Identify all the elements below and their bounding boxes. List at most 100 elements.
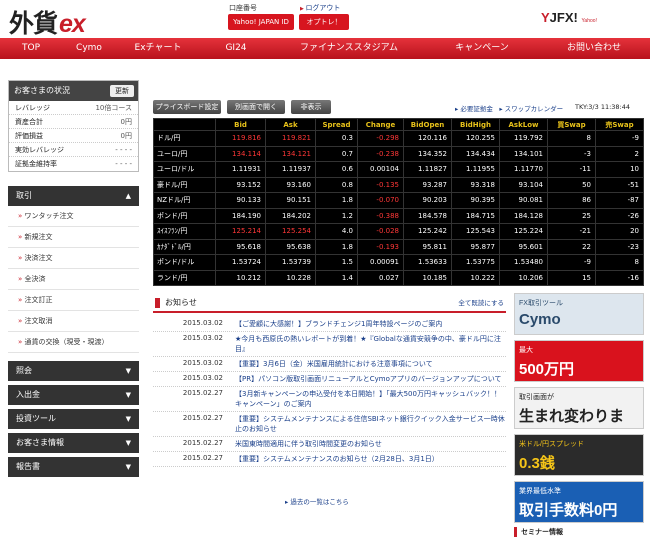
- banner-ad-headline: 500万円: [519, 361, 575, 378]
- rate-cell: 1.4: [315, 269, 358, 286]
- menu-tools[interactable]: 投資ツール ▼: [8, 409, 139, 429]
- news-item[interactable]: 2015.02.27 【3月新キャンペーンの申込受付を本日開始！】「最大500万円…: [153, 387, 506, 412]
- banner-ad[interactable]: 業界最低水準 取引手数料0円: [514, 481, 644, 523]
- menu-reports[interactable]: 報告書 ▼: [8, 457, 139, 477]
- status-label: レバレッジ: [15, 104, 50, 112]
- nav-top[interactable]: TOP: [0, 38, 62, 59]
- rate-cell: 134.121: [265, 145, 316, 162]
- news-item[interactable]: 2015.03.02 【重要】3月6日（金）米国雇用統計における注意事項について: [153, 357, 506, 372]
- menu-inquiry[interactable]: 照会 ▼: [8, 361, 139, 381]
- submenu-one-touch[interactable]: ワンタッチ注文: [8, 206, 139, 227]
- status-row: 資産合計 0円: [9, 115, 138, 129]
- rate-cell: 1.53739: [265, 254, 316, 271]
- menu-reports-label: 報告書: [16, 462, 40, 471]
- seminar-info-heading[interactable]: セミナー情報: [514, 527, 644, 537]
- news-list: 2015.03.02 【ご愛顧に大感謝！】ブランドチェンジ1周年特設ページのご案内…: [153, 317, 506, 467]
- rate-row[interactable]: ランド/円 10.212 10.228 1.4 0.027 10.185 10.222 10.…: [153, 269, 644, 286]
- refresh-button[interactable]: 更新: [110, 85, 134, 97]
- banner-ad[interactable]: 取引画面が生まれ変わります。: [514, 387, 644, 429]
- submenu-settle-all[interactable]: 全決済: [8, 269, 139, 290]
- rate-row[interactable]: ポンド/円 184.190 184.202 1.2 -0.388 184.578 184.7…: [153, 207, 644, 224]
- rate-row[interactable]: ユーロ/ドル 1.11931 1.11937 0.6 0.00104 1.11827 1.1…: [153, 161, 644, 178]
- rate-header-cell: AskLow: [499, 118, 548, 131]
- nav-finance-stadium[interactable]: ファイナンススタジアム: [272, 38, 426, 59]
- rate-cell: 1.11931: [215, 161, 266, 178]
- news-item[interactable]: 2015.02.27 米国東時間適用に伴う取引時間変更のお知らせ: [153, 437, 506, 452]
- rate-cell: -51: [595, 176, 644, 193]
- rate-cell: 4.0: [315, 223, 358, 240]
- rate-cell: 0.6: [315, 161, 358, 178]
- nav-gi24[interactable]: GI24: [200, 38, 272, 59]
- rate-row[interactable]: ドル/円 119.816 119.821 0.3 -0.298 120.116 120.25…: [153, 130, 644, 147]
- currency-pair: ポンド/円: [153, 207, 216, 224]
- nav-exchart[interactable]: Exチャート: [116, 38, 200, 59]
- status-row: 証拠金維持率 - - - -: [9, 157, 138, 171]
- status-value: 0円: [120, 118, 132, 126]
- banner-ad-caption: 最大: [519, 347, 533, 354]
- clock: TKY:3/3 11:38:44: [575, 103, 631, 111]
- rate-cell: 90.081: [499, 192, 548, 209]
- options-button[interactable]: オプトレ！: [299, 14, 349, 30]
- menu-deposit[interactable]: 入出金 ▼: [8, 385, 139, 405]
- nav-cymo[interactable]: Cymo: [62, 38, 116, 59]
- logout-link[interactable]: ログアウト: [300, 3, 340, 13]
- rate-cell: 10.212: [215, 269, 266, 286]
- news-item[interactable]: 2015.02.27 【重要】システムメンテナンスによる住信SBIネット銀行クイッ…: [153, 412, 506, 437]
- submenu-currency-exchange[interactable]: 通貨の交換（現受・現渡）: [8, 332, 139, 353]
- rate-header-cell: 買Swap: [547, 118, 596, 131]
- news-item[interactable]: 2015.03.02 【ご愛顧に大感謝！】ブランドチェンジ1周年特設ページのご案内: [153, 317, 506, 332]
- rate-cell: 1.11827: [403, 161, 452, 178]
- submenu-settle-order[interactable]: 決済注文: [8, 248, 139, 269]
- rate-cell: 0.8: [315, 176, 358, 193]
- rate-row[interactable]: ｽｲｽﾌﾗﾝ/円 125.214 125.254 4.0 -0.028 125.242 12…: [153, 223, 644, 240]
- news-title-text: お知らせ: [165, 298, 197, 307]
- rate-header-row: Bid Ask Spread Change BidOpen BidHigh AskLow 買S…: [153, 118, 644, 131]
- rate-cell: 95.618: [215, 238, 266, 255]
- rate-header-cell: [153, 118, 216, 131]
- nav-campaign[interactable]: キャンペーン: [426, 38, 538, 59]
- rate-cell: 0.3: [315, 130, 358, 147]
- rate-cell: 1.11937: [265, 161, 316, 178]
- chevron-down-icon: ▼: [125, 439, 131, 447]
- banner-ad-caption: 取引画面が: [519, 394, 554, 401]
- rate-row[interactable]: ユーロ/円 134.114 134.121 0.7 -0.238 134.352 134.4…: [153, 145, 644, 162]
- rate-cell: 8: [547, 130, 596, 147]
- rate-cell: 15: [547, 269, 596, 286]
- submenu-modify-order[interactable]: 注文訂正: [8, 290, 139, 311]
- nav-contact[interactable]: お問い合わせ: [538, 38, 650, 59]
- rate-row[interactable]: ポンド/ドル 1.53724 1.53739 1.5 0.00091 1.53633 1.5…: [153, 254, 644, 271]
- rate-cell: 93.287: [403, 176, 452, 193]
- news-item[interactable]: 2015.02.27 【重要】システムメンテナンスのお知らせ（2月28日、3月1日…: [153, 452, 506, 467]
- rate-cell: 184.578: [403, 207, 452, 224]
- rate-row[interactable]: 豪ドル/円 93.152 93.160 0.8 -0.135 93.287 93.318 93…: [153, 176, 644, 193]
- submenu-cancel-order[interactable]: 注文取消: [8, 311, 139, 332]
- submenu-new-order[interactable]: 新規注文: [8, 227, 139, 248]
- news-item[interactable]: 2015.03.02 ★今月も西原氏の熱いレポートが到着！★『Globalな通貨安…: [153, 332, 506, 357]
- price-board-settings-button[interactable]: プライスボード設定: [153, 100, 221, 114]
- yahoo-id-button[interactable]: Yahoo! JAPAN ID: [228, 14, 294, 30]
- banner-ad[interactable]: 米ドル/円スプレッド 0.3銭: [514, 434, 644, 476]
- menu-customer-info[interactable]: お客さま情報 ▼: [8, 433, 139, 453]
- rate-row[interactable]: NZドル/円 90.133 90.151 1.8 -0.070 90.203 90.395 9…: [153, 192, 644, 209]
- past-news-link[interactable]: ▸ 過去の一覧はこちら: [285, 496, 349, 506]
- chevron-up-icon: ▲: [125, 192, 131, 200]
- banner-ad[interactable]: 最大 500万円: [514, 340, 644, 382]
- news-item[interactable]: 2015.03.02 【PR】パソコン版取引画面リニューアルとCymoアプリのバー…: [153, 372, 506, 387]
- rate-cell: 95.877: [451, 238, 500, 255]
- rate-cell: 120.116: [403, 130, 452, 147]
- rate-cell: -0.298: [357, 130, 404, 147]
- rate-header-cell: Change: [357, 118, 404, 131]
- toolbar-links[interactable]: ▸ 必要証拠金 ▸ スワップカレンダー: [455, 103, 563, 113]
- banner-ad[interactable]: FX取引ツール Cymo: [514, 293, 644, 335]
- mark-all-read-link[interactable]: 全て既読にする: [458, 293, 504, 313]
- rate-cell: 93.152: [215, 176, 266, 193]
- rate-row[interactable]: ｶﾅﾀﾞﾄﾞﾙ/円 95.618 95.638 1.8 -0.193 95.811 95.8…: [153, 238, 644, 255]
- logo[interactable]: 外貨ex: [9, 4, 86, 40]
- menu-deposit-label: 入出金: [16, 390, 40, 399]
- rate-cell: 90.151: [265, 192, 316, 209]
- hide-button[interactable]: 非表示: [291, 100, 331, 114]
- open-window-button[interactable]: 別画面で開く: [227, 100, 285, 114]
- chevron-down-icon: ▼: [125, 415, 131, 423]
- menu-trade[interactable]: 取引 ▲: [8, 186, 139, 206]
- rate-cell: 1.53480: [499, 254, 548, 271]
